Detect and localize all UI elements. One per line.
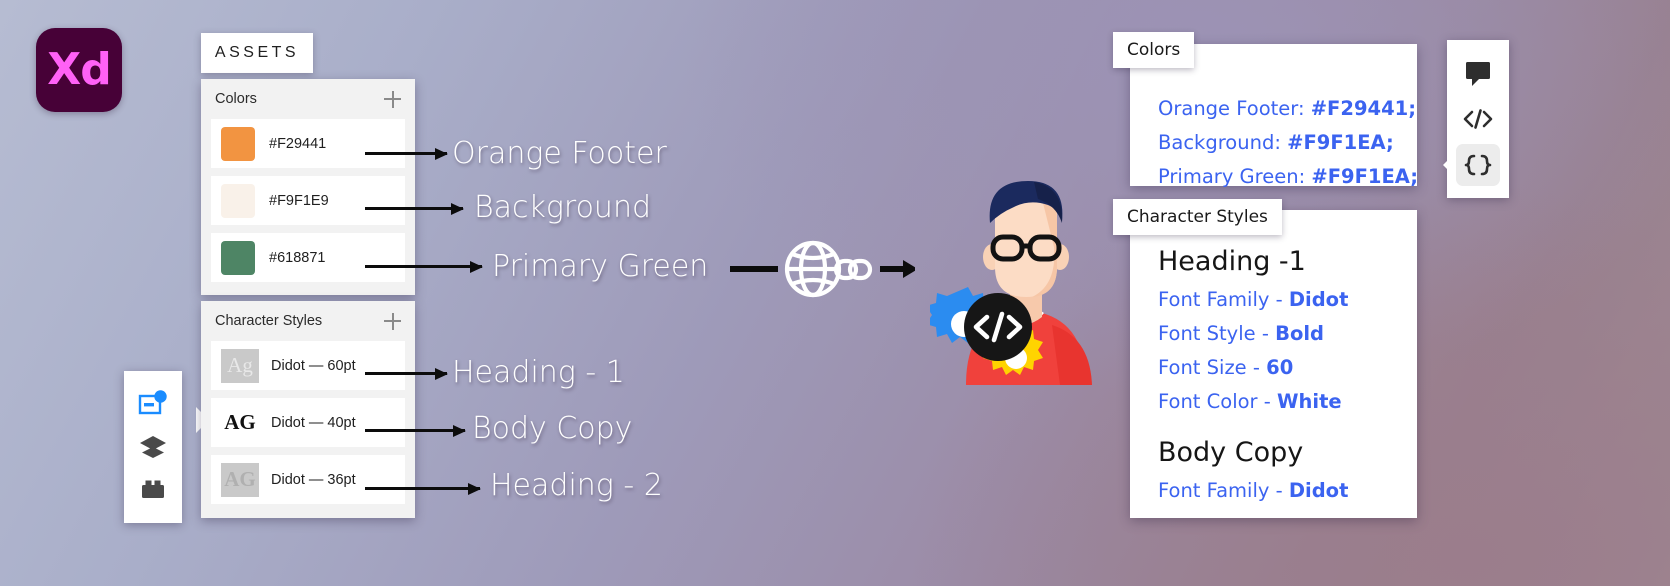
character-style-row[interactable]: Ag Didot — 60pt (211, 341, 405, 390)
character-style-label: Didot — 40pt (271, 414, 356, 431)
character-styles-panel-title: Character Styles (215, 313, 323, 329)
style-prop-line: Font Color - White (1158, 385, 1389, 419)
left-toolbar (124, 371, 209, 523)
active-panel-pointer (1443, 152, 1456, 178)
braces-icon (1464, 154, 1492, 176)
color-swatch (221, 126, 255, 161)
callout-arrow (365, 260, 483, 273)
add-color-icon[interactable] (384, 90, 401, 108)
globe-icon (784, 240, 842, 298)
callout-arrow (365, 147, 448, 160)
character-style-label: Didot — 36pt (271, 471, 356, 488)
color-code-line: Background: #F9F1EA; (1158, 126, 1394, 160)
assets-icon (138, 390, 167, 415)
style-prop-line: Font Family - Didot (1158, 474, 1389, 508)
style-prop-line: Font Style - Bold (1158, 317, 1389, 351)
developer-avatar (926, 175, 1110, 385)
toolbar-item-comment[interactable] (1456, 52, 1500, 94)
globe-link-group (730, 240, 918, 300)
color-code-value: #F9F1EA; (1311, 165, 1419, 188)
color-swatch (221, 240, 255, 275)
color-code-value: #F29441; (1310, 97, 1417, 120)
color-code-line: Orange Footer: #F29441; (1158, 92, 1416, 126)
style-prop-value: Didot (1288, 479, 1349, 502)
color-code-key: Background: (1158, 131, 1288, 154)
annotation-label: Body Copy (472, 411, 633, 446)
character-style-thumb: Ag (221, 348, 259, 383)
annotation-label: Background (474, 190, 651, 225)
character-styles-panel-header: Character Styles (211, 301, 405, 341)
style-prop-key: Font Color - (1158, 390, 1277, 413)
character-styles-panel: Character Styles Ag Didot — 60pt AG Dido… (201, 301, 415, 518)
style-group-title: Body Copy (1158, 437, 1304, 468)
right-colors-tab[interactable]: Colors (1113, 32, 1195, 68)
callout-arrow (365, 202, 464, 215)
toolbar-item-code[interactable] (1456, 98, 1500, 140)
color-code-key: Primary Green: (1158, 165, 1312, 188)
color-code-key: Orange Footer: (1158, 97, 1311, 120)
style-prop-line: Font Family - Didot (1158, 283, 1389, 317)
canvas: Xd ASSETS Colors #F29441 #F9F1E9 #618871… (0, 0, 1670, 586)
style-prop-value: Didot (1288, 288, 1349, 311)
character-style-thumb: AG (221, 462, 259, 497)
link-icon (833, 258, 873, 281)
color-row[interactable]: #F29441 (211, 119, 405, 168)
comment-icon (1466, 61, 1490, 86)
style-prop-line: Font Size - 60 (1158, 351, 1389, 385)
callout-arrow (365, 482, 481, 495)
right-character-styles-tab-label: Character Styles (1127, 207, 1268, 227)
character-style-row[interactable]: AG Didot — 40pt (211, 398, 405, 447)
annotation-label: Orange Footer (452, 136, 667, 171)
add-character-style-icon[interactable] (384, 312, 401, 330)
style-group-title: Heading -1 (1158, 246, 1306, 277)
style-prop-key: Font Family - (1158, 288, 1289, 311)
colors-panel-header: Colors (211, 79, 405, 119)
toolbar-item-design-tokens[interactable] (1443, 144, 1500, 186)
character-style-label: Didot — 60pt (271, 357, 356, 374)
right-character-styles-panel: Heading -1 Font Family - Didot Font Styl… (1130, 210, 1417, 518)
color-hex-label: #618871 (269, 249, 326, 266)
adobe-xd-logo-text: Xd (47, 44, 111, 95)
right-colors-tab-label: Colors (1127, 40, 1181, 60)
annotation-label: Heading - 2 (490, 468, 663, 503)
sidebar-item-components[interactable] (138, 475, 168, 505)
style-prop-value: Bold (1275, 322, 1324, 345)
callout-arrow (365, 424, 466, 437)
annotation-label: Heading - 1 (452, 355, 625, 390)
character-style-row[interactable]: AG Didot — 36pt (211, 455, 405, 504)
assets-tab-label: ASSETS (214, 44, 300, 61)
color-code-line: Primary Green: #F9F1EA; (1158, 160, 1418, 194)
annotation-label: Primary Green (492, 249, 709, 284)
sidebar-item-assets[interactable] (138, 389, 209, 434)
callout-arrow (365, 367, 448, 380)
colors-panel: Colors #F29441 #F9F1E9 #618871 (201, 79, 415, 295)
style-prop-key: Font Size - (1158, 356, 1267, 379)
style-prop-value: 60 (1266, 356, 1294, 379)
code-icon (1463, 109, 1493, 129)
color-row[interactable]: #F9F1E9 (211, 176, 405, 225)
components-icon (142, 480, 164, 498)
color-swatch (221, 183, 255, 218)
color-hex-label: #F29441 (269, 135, 327, 152)
style-prop-value: White (1277, 390, 1342, 413)
colors-panel-title: Colors (215, 91, 257, 107)
character-style-thumb: AG (221, 405, 259, 440)
code-badge-icon (964, 293, 1032, 361)
color-code-value: #F9F1EA; (1287, 131, 1394, 154)
right-character-styles-tab[interactable]: Character Styles (1113, 199, 1282, 235)
style-prop-key: Font Style - (1158, 322, 1276, 345)
right-toolbar (1443, 40, 1509, 198)
sidebar-item-layers[interactable] (138, 432, 168, 462)
color-row[interactable]: #618871 (211, 233, 405, 282)
color-hex-label: #F9F1E9 (269, 192, 329, 209)
style-prop-key: Font Family - (1158, 479, 1289, 502)
adobe-xd-logo: Xd (36, 28, 122, 112)
assets-tab[interactable]: ASSETS (201, 33, 313, 73)
layers-icon (140, 435, 166, 458)
